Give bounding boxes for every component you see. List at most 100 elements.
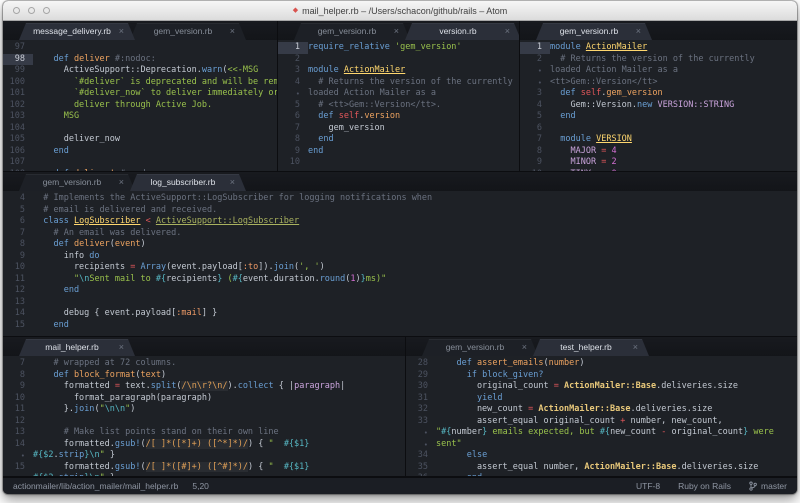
code-text: end [436,473,797,476]
line-number: 1 [278,42,308,54]
line-number: 3 [520,88,550,100]
line-number: 100 [3,77,33,89]
line-number: 6 [520,123,550,135]
code-text: formatted = text.split(/\n\r?\n/).collec… [33,381,405,393]
code-text: recipients = Array(event.payload[:to]).j… [33,262,797,274]
tab-label: version.rb [439,26,476,36]
code-text: deliver through Active Job. [33,100,277,112]
code-line: 6 class LogSubscriber < ActiveSupport::L… [3,216,797,228]
code-text: require_relative 'gem_version' [308,42,519,54]
editor-mail-helper[interactable]: 7 # wrapped at 72 columns.8 def block_fo… [3,356,405,476]
code-line: 8 def block_format(text) [3,370,405,382]
code-text: # wrapped at 72 columns. [33,358,405,370]
code-text: TINY = 0 [550,169,797,172]
line-number: 7 [278,123,308,135]
code-text: # An email was delivered. [33,228,797,240]
line-number: 13 [3,427,33,439]
editor-message-delivery[interactable]: 9798 def deliver #:nodoc:99 ActiveSuppor… [3,40,277,171]
code-line: 4 # Returns the version of the currently [278,77,519,89]
code-text: end [550,111,797,123]
code-text: deliver_now [33,134,277,146]
tab-gem-version-rb[interactable]: gem_version.rb × [130,23,246,40]
tab-close-icon[interactable]: × [505,23,510,40]
editor-version[interactable]: 1require_relative 'gem_version'23module … [278,40,519,171]
tab-close-icon[interactable]: × [394,23,399,40]
pane-message-delivery: message_delivery.rb× gem_version.rb × 9798… [3,21,277,171]
minimize-button[interactable] [28,7,35,14]
code-line: 31 yield [406,393,797,405]
code-line: 11 "\nSent mail to #{recipients} (#{even… [3,274,797,286]
tab-close-icon[interactable]: × [633,339,638,356]
code-line: 35 assert_equal number, ActionMailer::Ba… [406,462,797,474]
code-line: 4 Gem::Version.new VERSION::STRING [520,100,797,112]
code-text: sent" [436,439,797,451]
code-text: MINOR = 2 [550,157,797,169]
code-text: Gem::Version.new VERSION::STRING [550,100,797,112]
code-text: original_count = ActionMailer::Base.deli… [436,381,797,393]
tab-close-icon[interactable]: × [230,23,235,40]
code-text [308,157,519,169]
status-cursor-position[interactable]: 5,20 [192,481,209,491]
tab-gem-version-rb[interactable]: gem_version.rb× [422,339,538,356]
code-line: 8 end [278,134,519,146]
line-number: 3 [278,65,308,77]
code-line: 4 # Implements the ActiveSupport::LogSub… [3,193,797,205]
tab-gem-version-rb[interactable]: gem_version.rb× [536,23,652,40]
line-number: 9 [278,146,308,158]
tab-close-icon[interactable]: × [522,339,527,356]
code-text: # Implements the ActiveSupport::LogSubsc… [33,193,797,205]
tab-version-rb[interactable]: version.rb × [405,23,519,40]
code-text: end [308,146,519,158]
window-title: ◆ mail_helper.rb – /Users/schacon/github… [3,6,797,16]
tab-message-delivery-rb[interactable]: message_delivery.rb× [19,23,135,40]
zoom-button[interactable] [43,7,50,14]
code-text: <tt>Gem::Version</tt> [550,77,797,89]
editor-test-helper[interactable]: 28 def assert_emails(number)29 if block_… [406,356,797,476]
line-number: 28 [406,358,436,370]
line-number: 1 [520,42,550,54]
tab-close-icon[interactable]: × [119,174,124,191]
title-bar[interactable]: ◆ mail_helper.rb – /Users/schacon/github… [3,1,797,21]
code-line: 101 `#deliver_now` to deliver immediatel… [3,88,277,100]
code-line: •sent" [406,439,797,451]
middle-pane-row: gem_version.rb×log_subscriber.rb× 4 # Im… [3,172,797,337]
code-line: •loaded Action Mailer as a [278,88,519,100]
line-number: 4 [3,193,33,205]
code-text: "#{number} emails expected, but #{new_co… [436,427,797,439]
status-grammar[interactable]: Ruby on Rails [678,481,731,491]
code-line: 103 MSG [3,111,277,123]
code-line: 33 assert_equal original_count + number,… [406,416,797,428]
status-git-branch[interactable]: master [749,481,787,491]
tab-mail-helper-rb[interactable]: mail_helper.rb× [19,339,135,356]
status-encoding[interactable]: UTF-8 [636,481,660,491]
tab-close-icon[interactable]: × [119,23,124,40]
tab-gem-version-rb[interactable]: gem_version.rb× [19,174,135,191]
code-line: •<tt>Gem::Version</tt> [520,77,797,89]
code-line: 10 [278,157,519,169]
code-line: 1require_relative 'gem_version' [278,42,519,54]
window-title-text: mail_helper.rb – /Users/schacon/github/r… [302,6,507,16]
tab-label: gem_version.rb [154,26,213,36]
editor-gem-version[interactable]: 1module ActionMailer2 # Returns the vers… [520,40,797,171]
code-line: 102 deliver through Active Job. [3,100,277,112]
status-file-path[interactable]: actionmailer/lib/action_mailer/mail_help… [13,481,178,491]
editor-log-subscriber[interactable]: 4 # Implements the ActiveSupport::LogSub… [3,191,797,336]
tab-close-icon[interactable]: × [119,339,124,356]
tab-gem-version-rb[interactable]: gem_version.rb× [294,23,410,40]
tab-close-icon[interactable]: × [636,23,641,40]
line-number: 8 [278,134,308,146]
code-line: •#{$2.strip}\n" } [3,450,405,462]
code-text: yield [436,393,797,405]
code-text: # Returns the version of the currently [550,54,797,66]
line-number: 15 [3,320,33,332]
code-line: 12 end [3,285,797,297]
tab-test-helper-rb[interactable]: test_helper.rb× [533,339,649,356]
close-button[interactable] [13,7,20,14]
code-line: 2 # Returns the version of the currently [520,54,797,66]
code-text: end [308,134,519,146]
line-number: 5 [278,100,308,112]
tab-close-icon[interactable]: × [230,174,235,191]
code-text [33,297,797,309]
tab-log-subscriber-rb[interactable]: log_subscriber.rb× [130,174,246,191]
code-line: 28 def assert_emails(number) [406,358,797,370]
